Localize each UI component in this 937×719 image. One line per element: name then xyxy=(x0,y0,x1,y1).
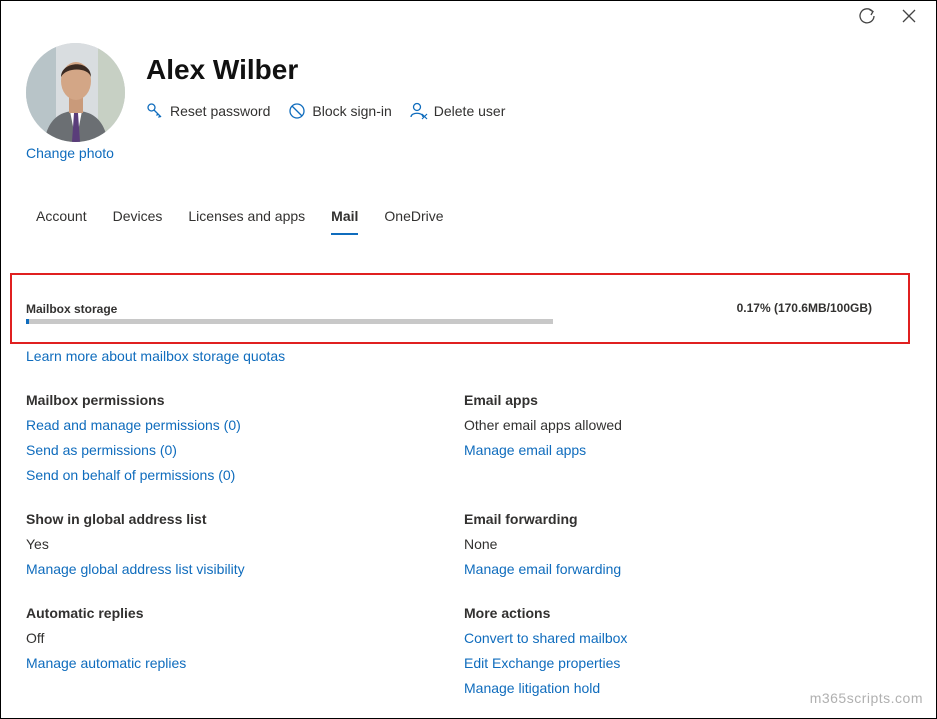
email-apps-heading: Email apps xyxy=(464,392,538,408)
refresh-icon[interactable] xyxy=(857,6,877,26)
user-actions: Reset password Block sign-in Delete user xyxy=(146,102,505,120)
automatic-replies-value: Off xyxy=(26,630,45,646)
key-icon xyxy=(147,103,162,118)
block-icon xyxy=(289,103,306,119)
tab-mail[interactable]: Mail xyxy=(331,208,359,235)
manage-email-forwarding-link[interactable]: Manage email forwarding xyxy=(464,557,621,582)
automatic-replies-section: Automatic replies Off Manage automatic r… xyxy=(26,601,186,676)
email-forwarding-section: Email forwarding None Manage email forwa… xyxy=(464,507,621,582)
convert-shared-mailbox-link[interactable]: Convert to shared mailbox xyxy=(464,626,627,651)
email-apps-value: Other email apps allowed xyxy=(464,417,622,433)
send-as-permissions-link[interactable]: Send as permissions (0) xyxy=(26,438,241,463)
manage-automatic-replies-link[interactable]: Manage automatic replies xyxy=(26,651,186,676)
tab-devices[interactable]: Devices xyxy=(113,208,163,235)
edit-exchange-properties-link[interactable]: Edit Exchange properties xyxy=(464,651,627,676)
delete-user-label: Delete user xyxy=(433,103,506,119)
mailbox-storage-label: Mailbox storage xyxy=(26,302,118,316)
avatar xyxy=(26,43,125,142)
reset-password-button[interactable]: Reset password xyxy=(146,102,270,120)
global-address-value: Yes xyxy=(26,536,49,552)
mailbox-storage-highlight: Mailbox storage 0.17% (170.6MB/100GB) xyxy=(10,273,910,344)
block-signin-label: Block sign-in xyxy=(312,103,392,119)
more-actions-heading: More actions xyxy=(464,605,551,621)
close-icon[interactable] xyxy=(899,6,919,26)
tab-bar: Account Devices Licenses and apps Mail O… xyxy=(36,208,470,235)
global-address-section: Show in global address list Yes Manage g… xyxy=(26,507,245,582)
window-controls xyxy=(857,6,919,26)
tab-licenses-and-apps[interactable]: Licenses and apps xyxy=(188,208,305,235)
watermark: m365scripts.com xyxy=(809,690,923,706)
manage-global-address-link[interactable]: Manage global address list visibility xyxy=(26,557,245,582)
read-manage-permissions-link[interactable]: Read and manage permissions (0) xyxy=(26,413,241,438)
block-signin-button[interactable]: Block sign-in xyxy=(288,102,392,120)
mailbox-permissions-heading: Mailbox permissions xyxy=(26,392,165,408)
tab-onedrive[interactable]: OneDrive xyxy=(384,208,443,235)
email-forwarding-heading: Email forwarding xyxy=(464,511,578,527)
change-photo-link[interactable]: Change photo xyxy=(26,145,114,161)
mailbox-permissions-section: Mailbox permissions Read and manage perm… xyxy=(26,388,241,488)
mailbox-storage-value: 0.17% (170.6MB/100GB) xyxy=(736,301,872,315)
user-name: Alex Wilber xyxy=(146,54,299,85)
mailbox-storage-bar xyxy=(26,319,553,324)
global-address-heading: Show in global address list xyxy=(26,511,207,527)
manage-litigation-hold-link[interactable]: Manage litigation hold xyxy=(464,676,627,701)
delete-user-button[interactable]: Delete user xyxy=(410,102,506,120)
tab-account[interactable]: Account xyxy=(36,208,87,235)
more-actions-section: More actions Convert to shared mailbox E… xyxy=(464,601,627,701)
reset-password-label: Reset password xyxy=(170,103,271,119)
email-apps-section: Email apps Other email apps allowed Mana… xyxy=(464,388,622,463)
manage-email-apps-link[interactable]: Manage email apps xyxy=(464,438,622,463)
send-on-behalf-permissions-link[interactable]: Send on behalf of permissions (0) xyxy=(26,463,241,488)
email-forwarding-value: None xyxy=(464,536,498,552)
learn-more-storage-link[interactable]: Learn more about mailbox storage quotas xyxy=(26,348,285,364)
delete-user-icon xyxy=(410,102,428,120)
mailbox-storage-fill xyxy=(26,319,29,324)
automatic-replies-heading: Automatic replies xyxy=(26,605,144,621)
